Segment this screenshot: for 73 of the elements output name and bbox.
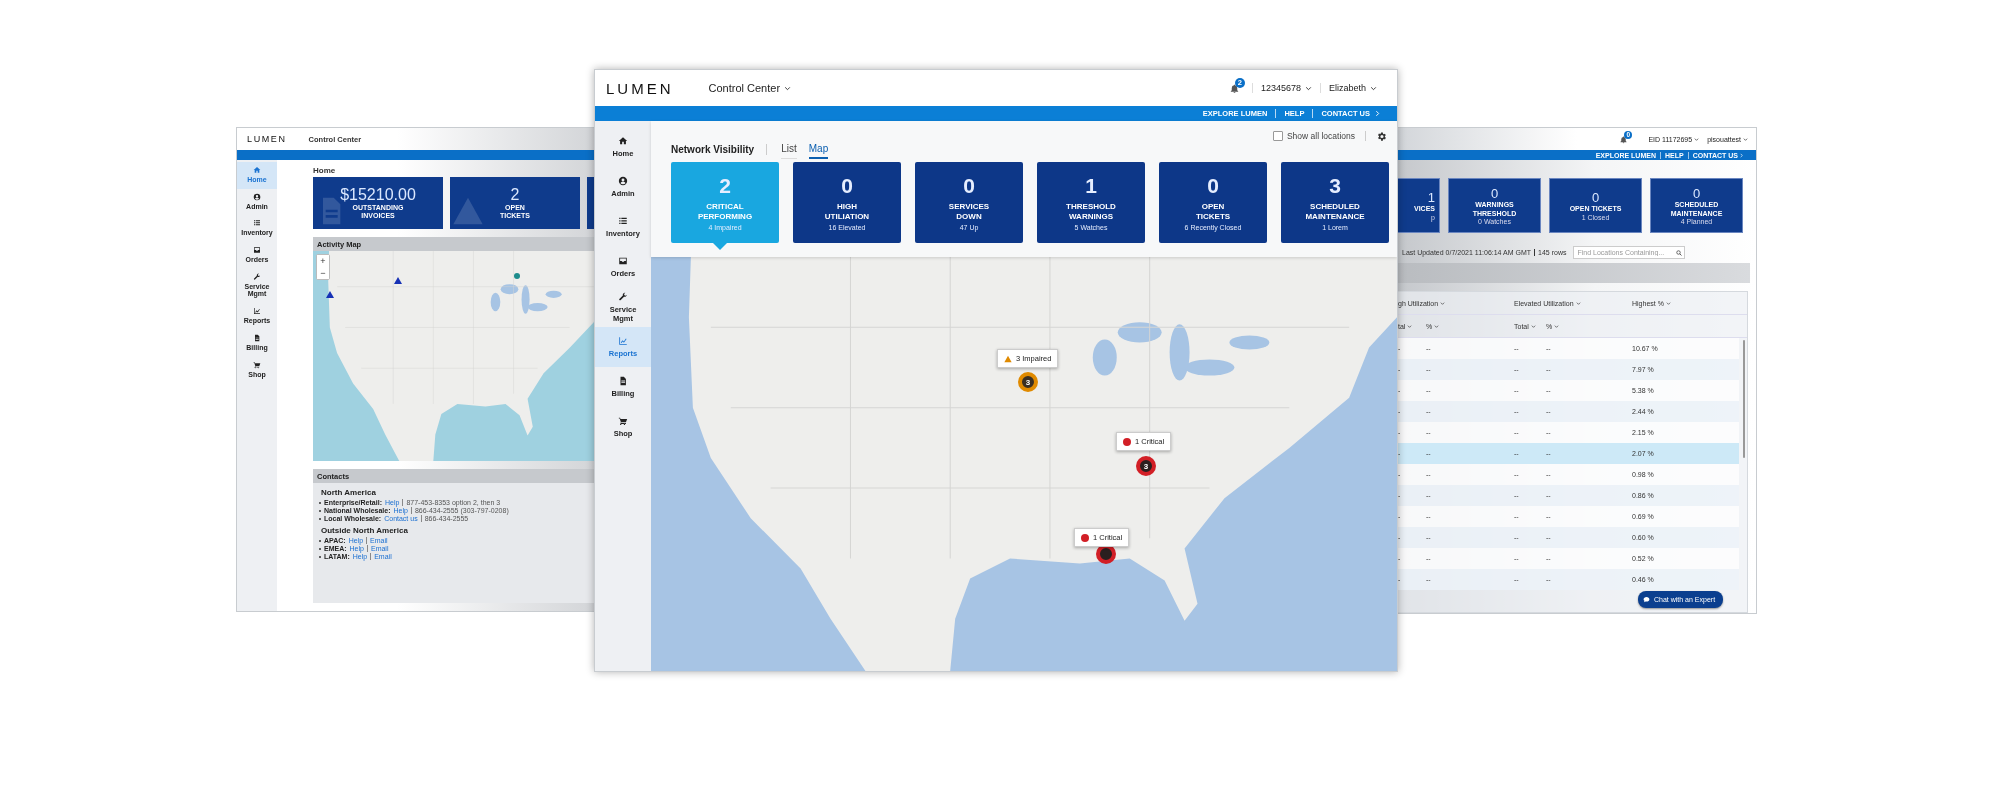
- stat-value: 3: [1329, 174, 1341, 199]
- user-icon: [253, 192, 261, 201]
- stat-value: 1: [1085, 174, 1097, 199]
- settings-icon[interactable]: [1376, 131, 1387, 142]
- stat-label: THRESHOLD WARNINGS: [1066, 202, 1116, 221]
- chevron-down-icon: [1575, 300, 1581, 306]
- stat-label: CRITICAL PERFORMING: [697, 202, 753, 221]
- wrench-icon: [618, 291, 628, 302]
- checkbox-label: Show all locations: [1286, 131, 1355, 141]
- scrollbar[interactable]: [1743, 340, 1745, 458]
- stat-value: 1: [1427, 190, 1435, 206]
- stat-value: 2: [510, 185, 520, 204]
- stat-label: SERVICES DOWN: [948, 202, 990, 221]
- triangle-marker[interactable]: [326, 291, 334, 298]
- page-title: Home: [313, 166, 337, 175]
- chevron-down-icon: [1304, 84, 1312, 92]
- document-icon: [618, 376, 628, 386]
- document-icon: [253, 333, 261, 342]
- stat-label: SCHEDULED MAINTENANCE: [1305, 202, 1365, 221]
- wrench-icon: [253, 272, 261, 281]
- stat-label: HIGH UTILIATION: [824, 202, 870, 221]
- view-title: Network Visibility: [671, 144, 768, 155]
- chevron-down-icon: [784, 84, 792, 92]
- chevron-down-icon: [1370, 84, 1377, 92]
- stat-value: 0: [841, 174, 853, 199]
- stat-value: 2: [719, 174, 731, 199]
- triangle-marker[interactable]: [394, 277, 402, 284]
- logo: LUMEN: [606, 79, 674, 97]
- tab[interactable]: List: [781, 143, 797, 159]
- chat-icon: [1643, 596, 1650, 603]
- stat-value: 0: [963, 174, 975, 199]
- inbox-icon: [618, 256, 628, 266]
- cart-icon: [618, 416, 628, 426]
- home-icon: [253, 166, 261, 174]
- alert-icon: [1123, 437, 1131, 446]
- stat-value: 0: [1490, 186, 1499, 202]
- chart-icon: [253, 307, 261, 316]
- chevron-down-icon: [1694, 136, 1700, 142]
- chevron-down-icon: [1665, 300, 1671, 306]
- account-dropdown[interactable]: 12345678: [1251, 83, 1320, 93]
- logo: LUMEN: [247, 134, 287, 144]
- stat-label: OPEN TICKETS: [1195, 202, 1231, 221]
- app-switcher[interactable]: Control Center: [708, 82, 792, 94]
- tab[interactable]: Map: [808, 143, 829, 159]
- chevron-down-icon: [1434, 323, 1440, 329]
- user-dropdown[interactable]: Elizabeth: [1319, 83, 1385, 93]
- cart-icon: [253, 360, 261, 369]
- stat-value: 0: [1591, 190, 1600, 206]
- chevron-down-icon: [1530, 323, 1536, 329]
- checkbox[interactable]: [1272, 131, 1283, 141]
- chevron-down-icon: [1554, 323, 1560, 329]
- warning-icon: [1004, 354, 1012, 363]
- home-icon: [618, 136, 628, 146]
- alert-icon: [1081, 533, 1089, 542]
- section-heading: Outside North America: [321, 526, 409, 535]
- user-icon: [618, 176, 628, 186]
- bell-icon: [1619, 134, 1629, 144]
- circle-marker[interactable]: [514, 273, 520, 279]
- stat-value: 0: [1692, 186, 1701, 202]
- chevron-right-icon: [1374, 110, 1381, 117]
- section-heading: North America: [321, 488, 377, 497]
- chevron-down-icon: [1440, 300, 1446, 306]
- list-icon: [253, 219, 261, 228]
- stat-value: 0: [1207, 174, 1219, 199]
- chevron-down-icon: [1407, 323, 1413, 329]
- search-icon[interactable]: [1676, 249, 1683, 256]
- chart-icon: [618, 336, 628, 346]
- inbox-icon: [253, 246, 261, 255]
- bell-icon: [1228, 82, 1240, 94]
- chevron-down-icon: [1743, 136, 1748, 142]
- chevron-right-icon: [1739, 152, 1744, 158]
- stat-value: $15210.00: [340, 185, 416, 204]
- list-icon: [618, 216, 628, 226]
